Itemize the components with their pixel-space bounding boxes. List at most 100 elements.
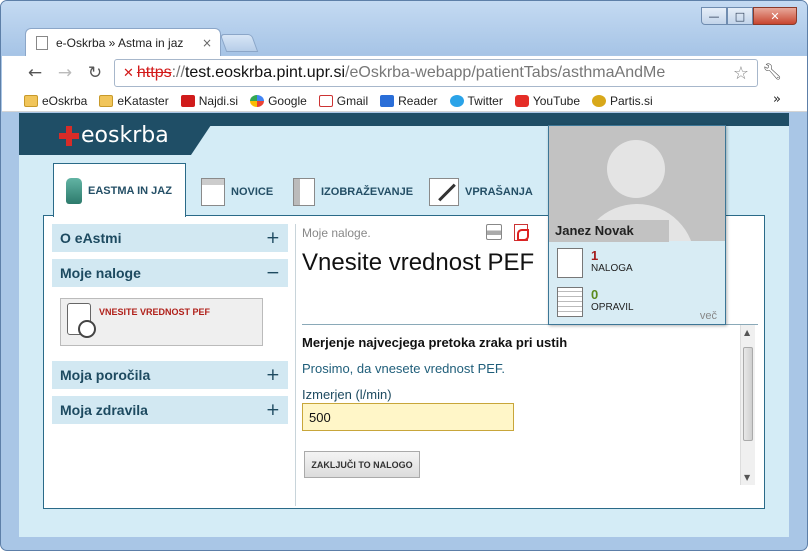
url-scheme: https	[136, 64, 172, 81]
calendar-icon	[557, 287, 583, 317]
new-tab-button[interactable]	[219, 34, 259, 52]
red-cross-icon	[59, 125, 79, 146]
collapse-icon: −	[265, 263, 280, 283]
window-controls: — □ ✕	[701, 7, 797, 25]
bookmark-label: YouTube	[532, 93, 580, 108]
bookmarks-bar: eOskrba eKataster Najdi.si Google Gmail …	[2, 90, 807, 112]
youtube-icon	[514, 94, 529, 107]
url-host: test.eoskrba.pint.upr.si	[184, 64, 346, 81]
finish-task-button[interactable]: ZAKLJUČI TO NALOGO	[304, 451, 420, 478]
partis-icon	[592, 94, 606, 107]
google-icon	[250, 94, 265, 107]
sidebar-item-o-eastmi[interactable]: O eAstmi +	[52, 224, 288, 252]
bookmark-ekataster[interactable]: eKataster	[99, 93, 169, 108]
profile-name: Janez Novak	[549, 220, 669, 242]
more-link[interactable]: več	[700, 310, 717, 322]
clock-task-icon	[557, 248, 583, 278]
expand-icon: +	[265, 400, 280, 420]
open-tasks-count: 1	[591, 248, 599, 263]
scroll-thumb[interactable]	[743, 347, 753, 441]
folder-icon	[99, 94, 114, 107]
panel-divider	[295, 224, 296, 506]
done-tasks-stat[interactable]: 0 OPRAVIL	[557, 287, 634, 317]
task-item-pef[interactable]: VNESITE VREDNOST PEF	[60, 298, 263, 346]
form-scrollbar[interactable]: ▲ ▼	[740, 325, 755, 485]
bookmark-gmail[interactable]: Gmail	[318, 93, 369, 108]
cert-error-icon: ✕	[123, 65, 134, 81]
reader-icon	[380, 94, 395, 107]
tab-label: NOVICE	[231, 186, 274, 198]
bookmark-label: Twitter	[467, 93, 503, 108]
tab-label: VPRAŠANJA	[465, 186, 533, 198]
logo-text: eoskrba	[81, 123, 169, 148]
bookmark-label: eKataster	[117, 93, 169, 108]
profile-popup: Janez Novak 1 NALOGA 0 OPRAVIL več	[548, 125, 726, 325]
bookmark-label: Google	[268, 93, 307, 108]
reload-icon[interactable]: ↻	[84, 62, 106, 84]
najdi-icon	[180, 94, 195, 107]
sidebar-item-label: Moja poročila	[60, 367, 151, 383]
bookmark-label: Gmail	[336, 93, 369, 108]
done-tasks-label: OPRAVIL	[591, 302, 634, 313]
pdf-icon[interactable]	[514, 224, 529, 241]
sidebar-item-label: O eAstmi	[60, 230, 122, 246]
wrench-icon[interactable]: 🔧︎	[762, 62, 782, 81]
expand-icon: +	[265, 365, 280, 385]
bookmark-twitter[interactable]: Twitter	[449, 93, 503, 108]
sidebar-item-moja-zdravila[interactable]: Moja zdravila +	[52, 396, 288, 424]
breadcrumb: Moje naloge.	[302, 226, 371, 240]
done-tasks-count: 0	[591, 287, 599, 302]
tab-label: IZOBRAŽEVANJE	[321, 186, 414, 198]
page-icon	[36, 35, 48, 50]
avatar-head	[607, 140, 665, 198]
close-window-button[interactable]: ✕	[753, 7, 797, 25]
bookmarks-more-icon[interactable]: »	[773, 92, 781, 107]
sidebar: O eAstmi + Moje naloge − VNESITE VREDNOS…	[52, 224, 288, 506]
bookmark-star-icon[interactable]: ☆	[733, 63, 749, 84]
pen-icon	[429, 178, 459, 206]
twitter-icon	[449, 94, 464, 107]
sidebar-item-moje-naloge[interactable]: Moje naloge −	[52, 259, 288, 287]
bookmark-najdi[interactable]: Najdi.si	[180, 94, 238, 108]
expand-icon: +	[265, 228, 280, 248]
forward-arrow-icon[interactable]: →	[54, 62, 76, 84]
task-clock-icon	[67, 303, 96, 338]
site-logo[interactable]: eoskrba	[59, 123, 169, 148]
scroll-down-icon[interactable]: ▼	[744, 473, 750, 482]
open-tasks-stat[interactable]: 1 NALOGA	[557, 248, 633, 278]
maximize-button[interactable]: □	[727, 7, 753, 25]
bookmark-partis[interactable]: Partis.si	[592, 94, 653, 108]
bookmark-eoskrba[interactable]: eOskrba	[24, 94, 87, 108]
bookmark-reader[interactable]: Reader	[380, 94, 438, 108]
bookmark-youtube[interactable]: YouTube	[514, 93, 580, 108]
browser-tab[interactable]: e-Oskrba » Astma in jaz ×	[25, 28, 221, 56]
book-icon	[293, 178, 315, 206]
tab-title: e-Oskrba » Astma in jaz	[56, 35, 184, 50]
url-path: /eOskrba-webapp/patientTabs/asthmaAndMe	[345, 64, 666, 81]
tab-close-icon[interactable]: ×	[202, 36, 212, 50]
scroll-up-icon[interactable]: ▲	[744, 328, 750, 337]
tab-vprasanja[interactable]: VPRAŠANJA	[423, 169, 533, 215]
tab-novice[interactable]: NOVICE	[195, 169, 273, 215]
url-separator: ://	[171, 64, 185, 81]
minimize-button[interactable]: —	[701, 7, 727, 25]
address-bar[interactable]: ✕ https :// test.eoskrba.pint.upr.si /eO…	[114, 59, 758, 87]
pef-field-label: Izmerjen (l/min)	[302, 387, 392, 402]
sidebar-item-label: Moja zdravila	[60, 402, 148, 418]
page-viewport: eoskrba EASTMA IN JAZ NOVICE IZOBRAŽEVAN…	[19, 113, 789, 537]
sidebar-item-moja-porocila[interactable]: Moja poročila +	[52, 361, 288, 389]
tasks-list: VNESITE VREDNOST PEF	[52, 294, 288, 354]
bookmark-google[interactable]: Google	[250, 94, 307, 108]
toolbar: ← → ↻ ✕ https :// test.eoskrba.pint.upr.…	[2, 56, 807, 90]
tab-eastma[interactable]: EASTMA IN JAZ	[53, 163, 186, 217]
bookmark-label: eOskrba	[42, 93, 88, 108]
back-arrow-icon[interactable]: ←	[24, 62, 46, 84]
page-title: Vnesite vrednost PEF	[302, 249, 535, 276]
sidebar-item-label: Moje naloge	[60, 265, 141, 281]
tab-label: EASTMA IN JAZ	[88, 184, 172, 197]
pef-input[interactable]	[302, 403, 514, 431]
print-icon[interactable]	[486, 224, 502, 240]
task-form: Merjenje najvecjega pretoka zraka pri us…	[302, 324, 758, 485]
tab-izobrazevanje[interactable]: IZOBRAŽEVANJE	[287, 169, 413, 215]
gmail-icon	[318, 94, 333, 107]
